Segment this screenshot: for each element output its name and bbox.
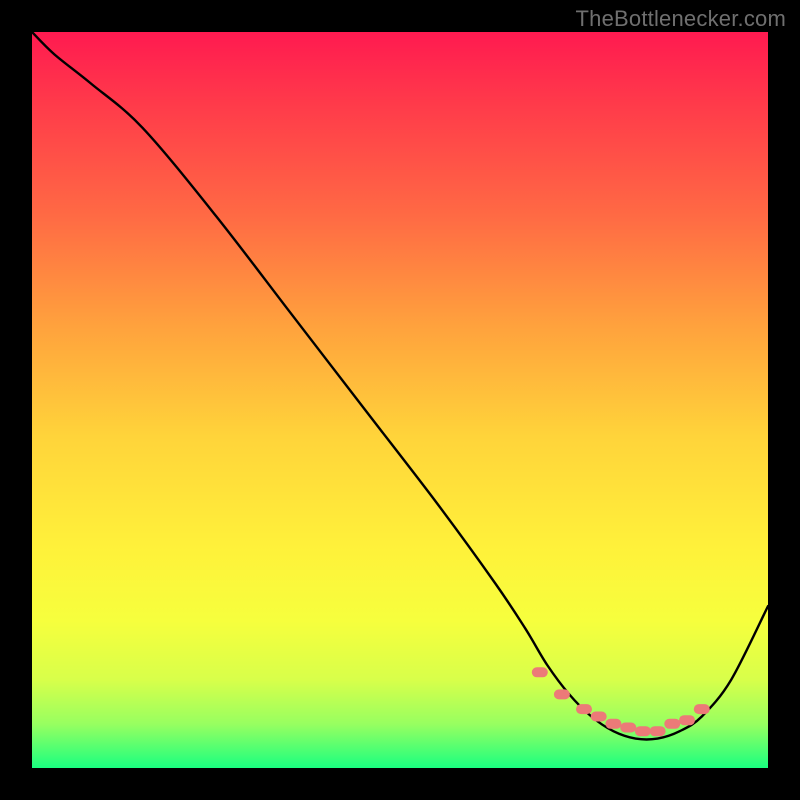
marker-dot (605, 719, 621, 729)
marker-dot (591, 712, 607, 722)
chart-svg (32, 32, 768, 768)
marker-dot (650, 726, 666, 736)
marker-dot (576, 704, 592, 714)
marker-dot (679, 715, 695, 725)
marker-dot (635, 726, 651, 736)
plot-area (32, 32, 768, 768)
chart-frame: TheBottlenecker.com (0, 0, 800, 800)
watermark-text: TheBottlenecker.com (576, 6, 786, 32)
marker-dot (620, 723, 636, 733)
marker-dot (554, 689, 570, 699)
marker-dots (532, 667, 710, 736)
marker-dot (532, 667, 548, 677)
bottleneck-curve (32, 32, 768, 740)
marker-dot (664, 719, 680, 729)
marker-dot (694, 704, 710, 714)
